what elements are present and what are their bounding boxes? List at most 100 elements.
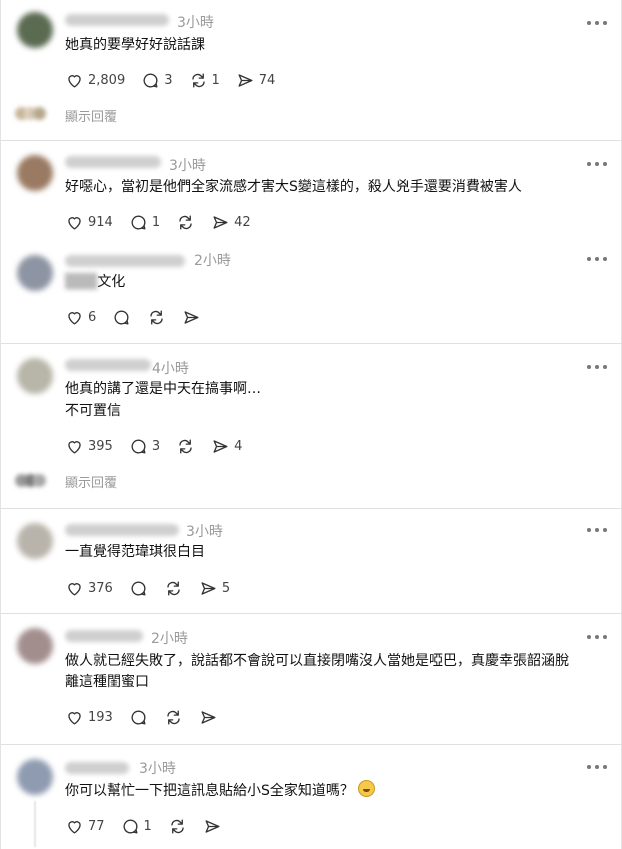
like-count: 2,809 (88, 72, 126, 88)
comment-text-line-1: 他真的講了還是中天在搞事啊… (65, 381, 261, 397)
like-button[interactable]: 193 (65, 707, 113, 727)
comment-icon (131, 215, 146, 230)
show-replies-link[interactable]: 顯示回覆 (65, 106, 117, 125)
like-button[interactable]: 77 (65, 816, 105, 836)
like-button[interactable]: 914 (65, 212, 113, 232)
comment-text-line-2: 離這種閨蜜口 (65, 674, 149, 690)
more-options-button[interactable] (587, 161, 607, 167)
username[interactable] (65, 762, 129, 774)
comment-text-visible: 文化 (97, 274, 126, 290)
comments-feed: 3小時 她真的要學好好說話課 2,809 3 1 74 顯示回覆 3小時 好噁心… (0, 0, 622, 849)
repost-count: 1 (211, 72, 220, 88)
timestamp: 2小時 (194, 253, 231, 269)
repost-icon (191, 72, 205, 88)
repost-icon (179, 214, 192, 230)
share-button[interactable]: 42 (211, 212, 251, 232)
like-button[interactable]: 6 (65, 307, 96, 327)
more-options-button[interactable] (587, 634, 607, 640)
username[interactable] (65, 156, 161, 168)
more-options-button[interactable] (587, 20, 607, 26)
repost-button[interactable] (164, 578, 183, 598)
share-button[interactable] (182, 307, 201, 327)
share-count: 5 (221, 580, 231, 596)
heart-icon (68, 820, 81, 834)
repost-button[interactable] (168, 816, 187, 836)
comment-item: 2小時 做人就已經失敗了，說話都不會說可以直接閉嘴沒人當她是啞巴，真慶幸張韶涵脫… (1, 614, 622, 744)
username[interactable] (65, 524, 179, 536)
send-icon (213, 215, 228, 229)
action-bar: 914 1 42 (65, 212, 267, 232)
comment-text-content: 你可以幫忙一下把這訊息貼給小S全家知道嗎？ (65, 783, 354, 799)
avatar[interactable] (17, 759, 53, 795)
more-options-button[interactable] (587, 527, 607, 533)
share-count: 4 (234, 438, 243, 454)
comment-item: 2小時 ▒▒▒文化 6 (1, 241, 622, 343)
timestamp: 3小時 (186, 524, 223, 540)
share-count: 74 (258, 72, 276, 88)
repost-button[interactable] (176, 436, 195, 456)
comment-icon (123, 819, 138, 834)
reply-button[interactable] (129, 707, 148, 727)
comment-item: 3小時 好噁心，當初是他們全家流感才害大S變這樣的，殺人兇手還要消費被害人 91… (1, 141, 622, 241)
like-count: 376 (88, 580, 113, 596)
more-options-button[interactable] (587, 764, 607, 770)
like-button[interactable]: 376 (65, 578, 113, 598)
comment-text-line-2: 不可置信 (65, 403, 121, 419)
repost-icon (167, 580, 180, 596)
reply-button[interactable] (112, 307, 131, 327)
timestamp: 3小時 (139, 761, 176, 777)
like-count: 193 (88, 709, 113, 725)
repost-button[interactable] (164, 707, 183, 727)
repost-icon (150, 309, 163, 325)
avatar[interactable] (17, 255, 53, 291)
comment-item: 3小時 一直覺得范瑋琪很白目 376 5 (1, 509, 622, 613)
avatar[interactable] (17, 523, 53, 559)
send-icon (201, 581, 216, 595)
comment-text: 一直覺得范瑋琪很白目 (65, 544, 205, 560)
repost-button[interactable]: 1 (189, 70, 220, 90)
rolling-laughing-emoji-icon (357, 780, 375, 797)
reply-button[interactable] (129, 578, 148, 598)
show-replies-link[interactable]: 顯示回覆 (65, 472, 117, 491)
repost-button[interactable] (176, 212, 195, 232)
share-button[interactable] (199, 707, 218, 727)
send-icon (213, 439, 228, 453)
username[interactable] (65, 14, 169, 26)
timestamp: 2小時 (151, 631, 188, 647)
reply-button[interactable]: 3 (141, 70, 173, 90)
timestamp: 3小時 (177, 15, 214, 31)
action-bar: 77 1 (65, 816, 238, 836)
share-button[interactable]: 5 (199, 578, 230, 598)
like-count: 6 (88, 309, 97, 325)
reply-count: 3 (151, 438, 161, 454)
avatar[interactable] (17, 155, 53, 191)
avatar[interactable] (17, 12, 53, 48)
username[interactable] (65, 255, 185, 267)
comment-icon (131, 710, 146, 725)
heart-icon (68, 440, 81, 454)
comment-text: 好噁心，當初是他們全家流感才害大S變這樣的，殺人兇手還要消費被害人 (65, 179, 522, 195)
like-count: 77 (88, 818, 105, 834)
share-button[interactable]: 74 (236, 70, 276, 90)
username[interactable] (65, 359, 151, 371)
like-button[interactable]: 2,809 (65, 70, 125, 90)
reply-button[interactable]: 1 (121, 816, 152, 836)
reply-button[interactable]: 3 (129, 436, 160, 456)
comment-icon (131, 581, 146, 596)
avatar[interactable] (17, 628, 53, 664)
reply-button[interactable]: 1 (129, 212, 160, 232)
username[interactable] (65, 630, 143, 642)
share-button[interactable]: 4 (211, 436, 242, 456)
heart-icon (68, 311, 81, 325)
share-button[interactable] (203, 816, 222, 836)
repost-button[interactable] (147, 307, 166, 327)
more-options-button[interactable] (587, 364, 607, 370)
like-count: 914 (88, 214, 113, 230)
more-options-button[interactable] (587, 256, 607, 262)
comment-text: 你可以幫忙一下把這訊息貼給小S全家知道嗎？ (65, 780, 375, 802)
avatar[interactable] (17, 358, 53, 394)
comment-text: ▒▒▒文化 (65, 274, 126, 290)
action-bar: 395 3 4 (65, 436, 258, 456)
comment-text-line-1: 做人就已經失敗了，說話都不會說可以直接閉嘴沒人當她是啞巴，真慶幸張韶涵脫 (65, 653, 569, 669)
like-button[interactable]: 395 (65, 436, 113, 456)
